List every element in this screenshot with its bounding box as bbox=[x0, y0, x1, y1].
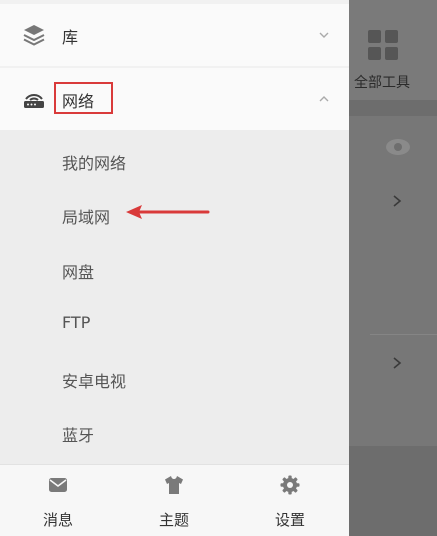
tab-theme[interactable]: 主题 bbox=[116, 465, 232, 536]
submenu-item-bluetooth[interactable]: 蓝牙 bbox=[62, 422, 94, 446]
grid-icon bbox=[368, 30, 398, 60]
gear-icon bbox=[280, 475, 300, 495]
divider bbox=[370, 334, 437, 335]
tab-label: 设置 bbox=[274, 511, 305, 529]
annotation-highlight-box bbox=[54, 82, 113, 114]
submenu-item-ftp[interactable]: FTP bbox=[62, 313, 90, 332]
layers-icon bbox=[23, 25, 45, 46]
chevron-right-icon bbox=[393, 195, 402, 207]
chevron-right-icon bbox=[393, 357, 402, 369]
envelope-icon bbox=[49, 478, 67, 492]
submenu-item-lan[interactable]: 局域网 bbox=[62, 204, 110, 228]
tab-label: 主题 bbox=[158, 511, 189, 529]
bottom-tab-bar: 消息 主题 设置 bbox=[0, 464, 349, 536]
network-submenu: 我的网络 局域网 网盘 FTP 安卓电视 蓝牙 bbox=[0, 130, 349, 464]
annotation-arrow-icon bbox=[126, 205, 210, 219]
content-card bbox=[349, 116, 437, 446]
chevron-up-icon bbox=[319, 96, 329, 102]
menu-item-library[interactable]: 库 bbox=[0, 4, 349, 66]
chevron-down-icon bbox=[319, 32, 329, 38]
tshirt-icon bbox=[165, 476, 183, 494]
tab-settings[interactable]: 设置 bbox=[232, 465, 348, 536]
tools-label: 全部工具 bbox=[354, 75, 410, 91]
tab-messages[interactable]: 消息 bbox=[0, 465, 116, 536]
submenu-item-my-network[interactable]: 我的网络 bbox=[62, 150, 126, 174]
navigation-drawer: 库 网络 我的网络 局域网 网盘 FTP 安卓电视 蓝牙 消息 主题 设置 bbox=[0, 0, 349, 536]
submenu-item-cloud-drive[interactable]: 网盘 bbox=[62, 259, 94, 283]
submenu-item-android-tv[interactable]: 安卓电视 bbox=[62, 368, 126, 392]
router-icon bbox=[24, 94, 44, 108]
eye-icon bbox=[386, 139, 410, 155]
menu-item-network[interactable]: 网络 bbox=[0, 68, 349, 130]
menu-item-label: 库 bbox=[62, 28, 79, 47]
tab-label: 消息 bbox=[42, 511, 73, 529]
